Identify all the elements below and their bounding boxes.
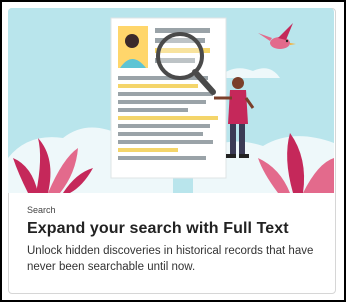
card-illustration [8,8,334,193]
card-category: Search [27,205,56,215]
card-title[interactable]: Expand your search with Full Text [27,219,327,239]
card-body: Search Expand your search with Full Text… [27,205,327,275]
card-description: Unlock hidden discoveries in historical … [27,245,314,273]
